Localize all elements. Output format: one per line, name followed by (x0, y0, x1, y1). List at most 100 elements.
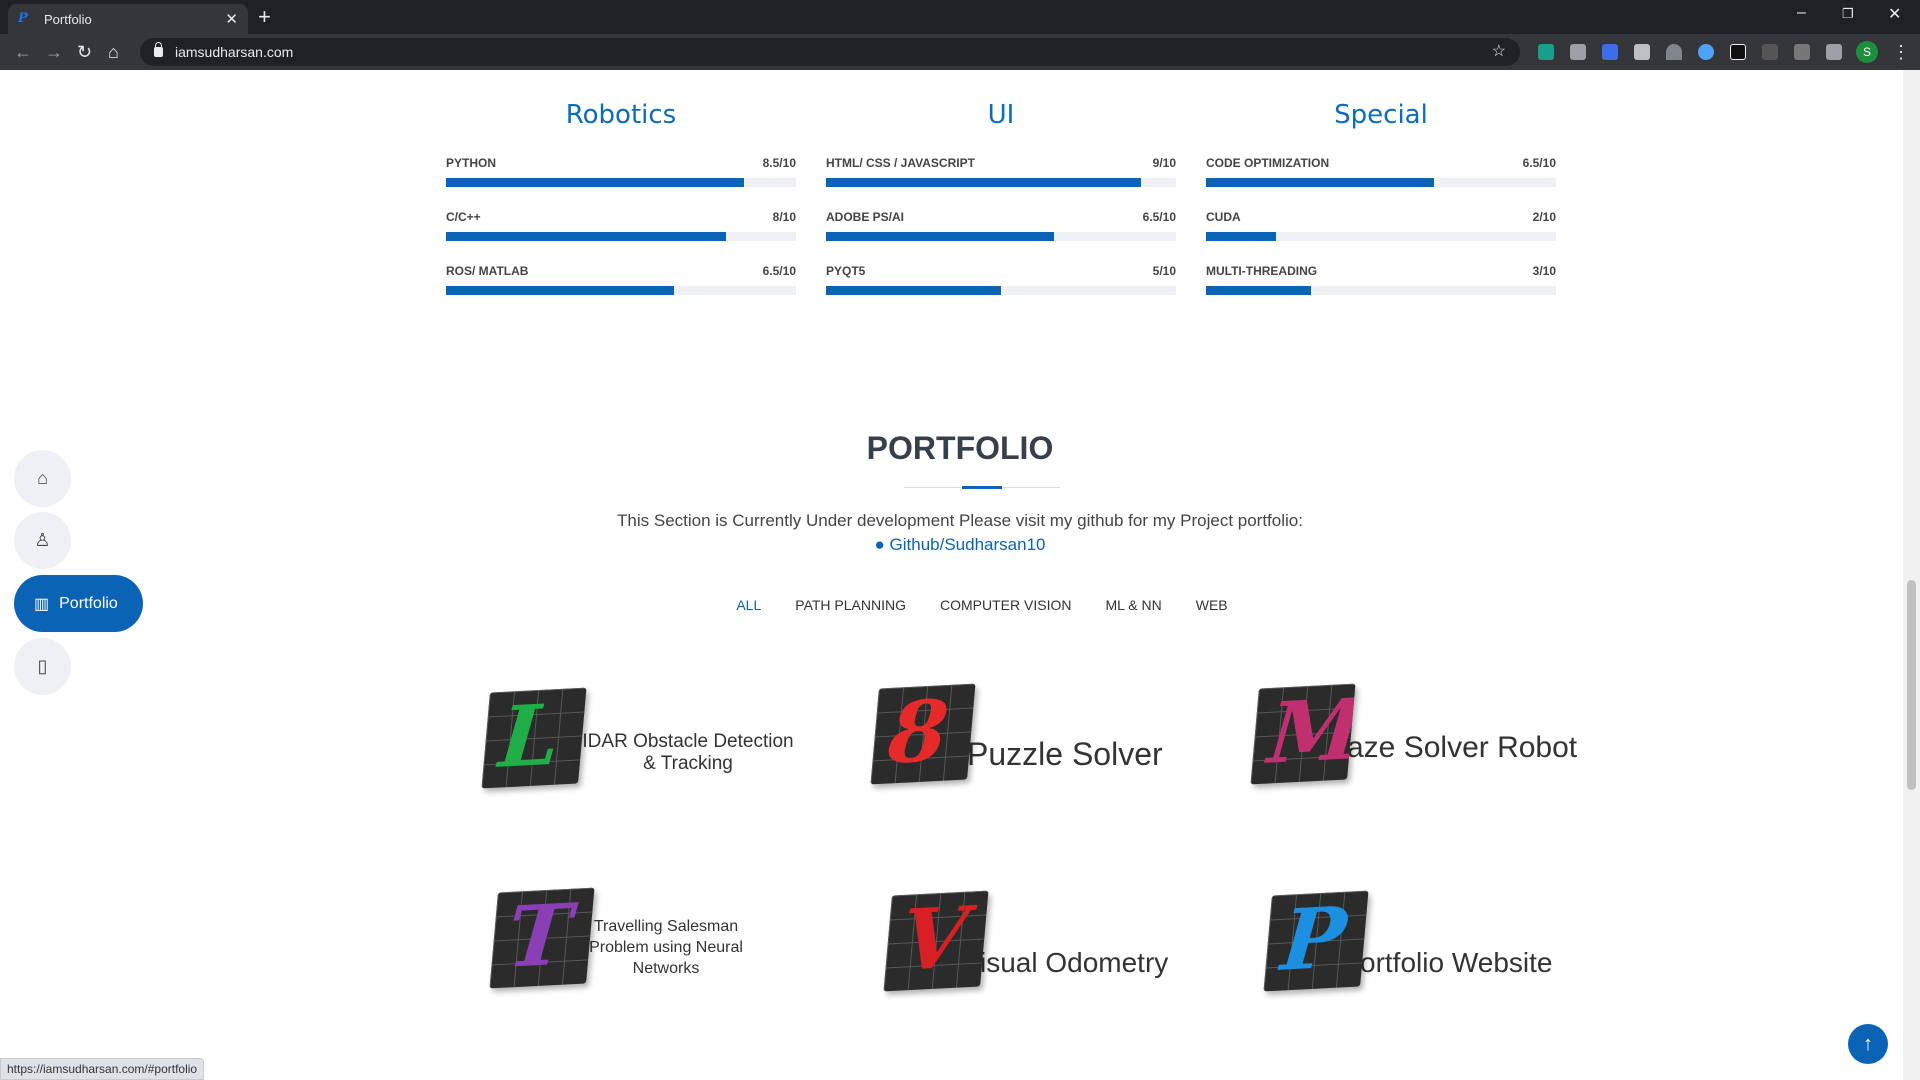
site-favicon-icon: P (18, 11, 28, 26)
extensions-puzzle-icon[interactable] (1826, 44, 1842, 60)
filter-tab[interactable]: ML & NN (1105, 597, 1161, 613)
skill-item: MULTI-THREADING 3/10 (1206, 264, 1556, 295)
extension-icon[interactable] (1634, 44, 1650, 60)
new-tab-icon[interactable]: + (258, 4, 271, 30)
skill-progress-fill (446, 286, 674, 295)
skill-column-ui: UI HTML/ CSS / JAVASCRIPT 9/10 ADOBE PS/AI 6… (826, 100, 1176, 318)
skill-name: CUDA (1206, 210, 1241, 224)
skill-header: PYTHON 8.5/10 (446, 156, 796, 170)
forward-icon[interactable]: → (45, 42, 63, 62)
skill-progress-bar (826, 286, 1176, 295)
status-bar-url: https://iamsudharsan.com/#portfolio (0, 1058, 205, 1080)
skill-progress-bar (446, 178, 796, 187)
github-link-text[interactable]: Github/Sudharsan10 (890, 535, 1046, 554)
project-logo-letter: P (1277, 890, 1350, 990)
home-icon: ⌂ (37, 468, 48, 488)
skill-category-title: Robotics (565, 100, 677, 130)
skill-progress-fill (1206, 232, 1276, 241)
close-tab-icon[interactable]: ✕ (225, 10, 238, 28)
skill-name: CODE OPTIMIZATION (1206, 156, 1330, 170)
project-title: Puzzle Solver (967, 735, 1163, 772)
page-content: Robotics PYTHON 8.5/10 C/C++ 8/10 ROS/ MATLAB… (0, 70, 1920, 1080)
skill-score: 3/10 (1532, 264, 1556, 278)
reload-icon[interactable]: ↻ (77, 42, 92, 62)
project-card[interactable]: P ortfolio Website (1263, 890, 1553, 992)
github-icon: ● (874, 535, 885, 554)
url-text: iamsudharsan.com (175, 44, 294, 60)
browser-tab[interactable]: P Portfolio ✕ (8, 4, 248, 34)
project-card[interactable]: L IDAR Obstacle Detection & Tracking (481, 687, 798, 789)
filter-tab[interactable]: COMPUTER VISION (940, 597, 1071, 613)
tab-strip: P Portfolio ✕ + – ❐ ✕ (0, 0, 1920, 34)
user-icon: ♙ (34, 530, 51, 550)
extension-icon[interactable] (1570, 44, 1586, 60)
profile-avatar[interactable]: S (1856, 41, 1878, 63)
browser-toolbar: ← → ↻ ⌂ iamsudharsan.com ☆ S ⋮ (0, 34, 1920, 70)
skill-score: 6.5/10 (1522, 156, 1556, 170)
project-title: IDAR Obstacle Detection & Tracking (582, 731, 794, 774)
skill-name: ADOBE PS/AI (826, 210, 905, 224)
project-logo-letter: L (495, 687, 564, 787)
project-title: isual Odometry (980, 947, 1169, 978)
extension-icon[interactable] (1730, 44, 1746, 60)
project-card[interactable]: M aze Solver Robot (1250, 683, 1578, 785)
nav-portfolio-label: Portfolio (59, 594, 118, 612)
filter-tab[interactable]: ALL (736, 597, 761, 613)
skill-progress-fill (1206, 286, 1311, 295)
back-to-top-button[interactable]: ↑ (1848, 1024, 1888, 1064)
skill-name: C/C++ (446, 210, 481, 224)
github-link[interactable]: ● Github/Sudharsan10 (0, 535, 1920, 555)
project-logo-letter: V (897, 890, 972, 990)
project-logo-icon: V (883, 890, 989, 992)
extension-icon[interactable] (1602, 44, 1618, 60)
skill-progress-fill (1206, 178, 1434, 187)
window-close-icon[interactable]: ✕ (1888, 4, 1901, 24)
skill-progress-bar (1206, 232, 1556, 241)
skill-score: 8.5/10 (762, 156, 796, 170)
project-title: aze Solver Robot (1347, 731, 1578, 764)
skill-item: HTML/ CSS / JAVASCRIPT 9/10 (826, 156, 1176, 187)
nav-portfolio-button[interactable]: ▥ Portfolio (14, 575, 143, 632)
nav-resume-button[interactable]: ▯ (14, 638, 71, 695)
project-card[interactable]: T Travelling Salesman Problem using Neur… (489, 887, 746, 989)
extension-icon[interactable] (1794, 44, 1810, 60)
project-card[interactable]: 8 Puzzle Solver (870, 683, 1163, 785)
page-scrollbar[interactable] (1903, 70, 1920, 1080)
skill-score: 9/10 (1152, 156, 1176, 170)
skill-header: CUDA 2/10 (1206, 210, 1556, 224)
minimize-icon[interactable]: – (1797, 4, 1806, 22)
extension-icon[interactable] (1698, 44, 1714, 60)
home-browser-icon[interactable]: ⌂ (108, 42, 119, 62)
skill-category-title: UI (987, 100, 1015, 130)
address-bar[interactable]: iamsudharsan.com ☆ (140, 38, 1520, 66)
filter-tab[interactable]: PATH PLANNING (795, 597, 906, 613)
extension-icon[interactable] (1666, 44, 1682, 60)
skill-item: C/C++ 8/10 (446, 210, 796, 241)
back-icon[interactable]: ← (14, 42, 32, 62)
skill-progress-fill (826, 232, 1054, 241)
skill-progress-fill (446, 178, 744, 187)
project-card[interactable]: V isual Odometry (883, 890, 1169, 992)
file-icon: ▯ (37, 656, 48, 676)
skill-progress-bar (826, 178, 1176, 187)
scrollbar-thumb[interactable] (1907, 580, 1916, 790)
tab-title: Portfolio (44, 11, 92, 27)
skill-header: C/C++ 8/10 (446, 210, 796, 224)
arrow-up-icon: ↑ (1863, 1032, 1873, 1055)
extension-icon[interactable] (1762, 44, 1778, 60)
book-icon: ▥ (34, 595, 50, 613)
skill-progress-fill (446, 232, 726, 241)
nav-about-button[interactable]: ♙ (14, 512, 71, 569)
filter-tab[interactable]: WEB (1196, 597, 1228, 613)
heading-divider-accent (962, 486, 1002, 489)
browser-menu-icon[interactable]: ⋮ (1892, 42, 1910, 63)
portfolio-description: This Section is Currently Under developm… (617, 511, 1303, 530)
nav-home-button[interactable]: ⌂ (14, 450, 71, 507)
bookmark-star-icon[interactable]: ☆ (1492, 41, 1506, 61)
skill-progress-bar (1206, 286, 1556, 295)
skill-progress-bar (446, 232, 796, 241)
restore-icon[interactable]: ❐ (1842, 6, 1854, 22)
extension-icon[interactable] (1538, 44, 1554, 60)
project-title: ortfolio Website (1360, 947, 1553, 978)
skill-progress-fill (826, 286, 1001, 295)
